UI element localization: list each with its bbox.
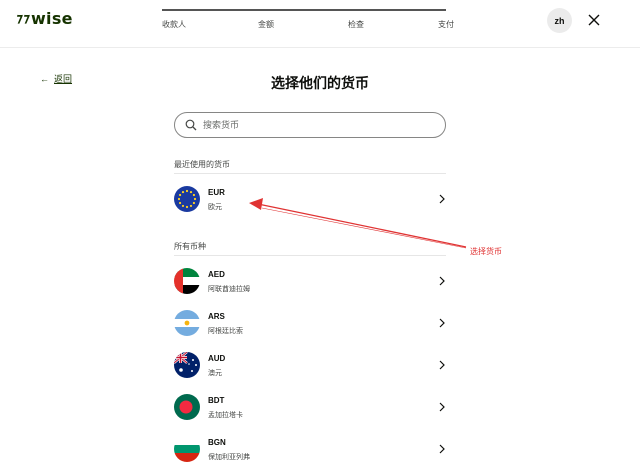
chevron-right-icon [439, 360, 445, 370]
divider [174, 173, 446, 174]
search-icon [185, 119, 197, 131]
chevron-right-icon [439, 318, 445, 328]
close-icon[interactable] [586, 12, 602, 28]
recent-section-label: 最近使用的货币 [174, 160, 230, 169]
currency-name: 保加利亚列弗 [208, 454, 250, 461]
uae-flag-icon [174, 268, 200, 294]
chevron-right-icon [439, 276, 445, 286]
search-box[interactable] [174, 112, 446, 138]
page-title: 选择他们的货币 [271, 75, 369, 91]
currency-code: BDT [208, 396, 225, 405]
currency-code: EUR [208, 188, 225, 197]
search-input[interactable] [203, 120, 423, 130]
step-pay: 支付 [438, 20, 454, 29]
top-bar: ⁊⁊ wise 收款人 金额 检查 支付 zh [0, 0, 640, 48]
eu-flag-icon [174, 186, 200, 212]
wise-flag-icon: ⁊⁊ [14, 11, 32, 26]
all-section-label: 所有币种 [174, 242, 206, 251]
step-review: 检查 [348, 20, 364, 29]
currency-name: 欧元 [208, 204, 222, 211]
progress-fill [162, 9, 446, 11]
language-button[interactable]: zh [547, 8, 572, 33]
wise-logo[interactable]: ⁊⁊ wise [14, 9, 73, 28]
bangladesh-flag-icon [174, 394, 200, 420]
currency-code: ARS [208, 312, 225, 321]
currency-code: AED [208, 270, 225, 279]
currency-row-aed[interactable]: AED 阿联酋迪拉姆 [174, 265, 446, 301]
currency-code: BGN [208, 438, 226, 447]
currency-row-eur[interactable]: EUR 欧元 [174, 183, 446, 219]
currency-name: 阿根廷比索 [208, 328, 243, 335]
step-recipient: 收款人 [162, 20, 186, 29]
annotation-label: 选择货币 [470, 247, 502, 256]
chevron-right-icon [439, 194, 445, 204]
currency-row-bgn[interactable]: BGN 保加利亚列弗 [174, 433, 446, 469]
chevron-right-icon [439, 402, 445, 412]
australia-flag-icon [174, 352, 200, 378]
divider [174, 255, 446, 256]
currency-row-bdt[interactable]: BDT 孟加拉塔卡 [174, 391, 446, 427]
bulgaria-flag-icon [174, 436, 200, 462]
currency-name: 澳元 [208, 370, 222, 377]
currency-row-ars[interactable]: ARS 阿根廷比索 [174, 307, 446, 343]
currency-name: 阿联酋迪拉姆 [208, 286, 250, 293]
step-amount: 金额 [258, 20, 274, 29]
logo-text: wise [30, 9, 73, 28]
currency-code: AUD [208, 354, 226, 363]
argentina-flag-icon [174, 310, 200, 336]
chevron-right-icon [439, 444, 445, 454]
currency-name: 孟加拉塔卡 [208, 412, 243, 419]
currency-row-aud[interactable]: AUD 澳元 [174, 349, 446, 385]
